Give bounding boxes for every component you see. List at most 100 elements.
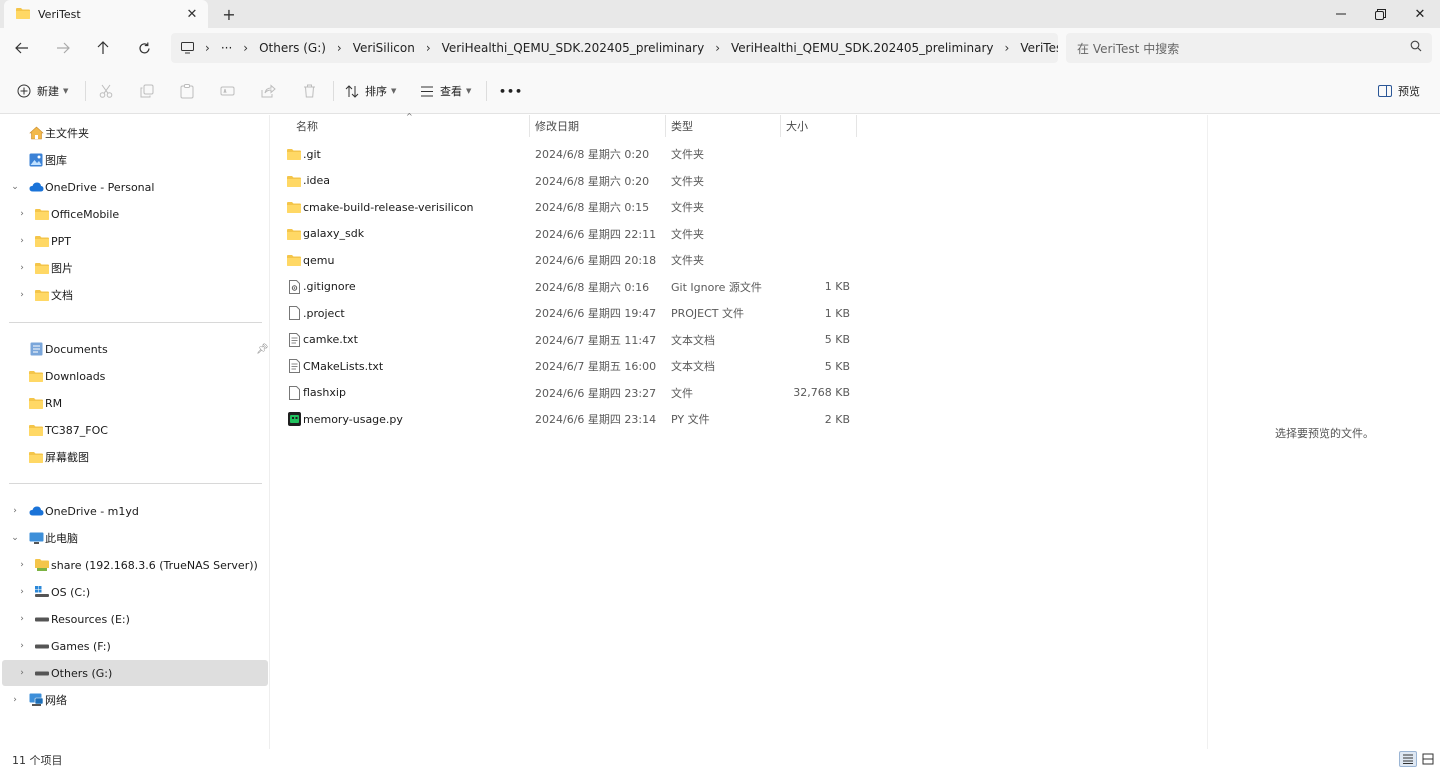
column-divider[interactable] bbox=[780, 115, 781, 137]
file-row[interactable]: flashxip 2024/6/6 星期四 23:27 文件 32,768 KB bbox=[271, 380, 861, 406]
sidebar-item-resources-e[interactable]: › Resources (E:) bbox=[2, 606, 268, 632]
sidebar-item-onedrive-personal[interactable]: ⌄ OneDrive - Personal bbox=[2, 174, 268, 200]
python-file-icon bbox=[286, 406, 302, 432]
text-file-icon bbox=[286, 327, 302, 353]
file-size: 1 KB bbox=[824, 306, 850, 320]
file-row[interactable]: CMakeLists.txt 2024/6/7 星期五 16:00 文本文档 5… bbox=[271, 353, 861, 379]
tiles-view-icon[interactable] bbox=[1419, 751, 1437, 767]
address-bar[interactable]: › ··· › Others (G:) › VeriSilicon › Veri… bbox=[171, 33, 1058, 63]
close-tab-icon[interactable]: ✕ bbox=[180, 2, 204, 26]
sort-button[interactable]: 排序 ▼ bbox=[345, 79, 396, 103]
file-row[interactable]: memory-usage.py 2024/6/6 星期四 23:14 PY 文件… bbox=[271, 406, 861, 432]
column-divider[interactable] bbox=[856, 115, 857, 137]
file-row[interactable]: camke.txt 2024/6/7 星期五 11:47 文本文档 5 KB bbox=[271, 327, 861, 353]
refresh-icon[interactable] bbox=[132, 36, 156, 60]
back-arrow-icon[interactable] bbox=[10, 36, 34, 60]
sidebar-item-rm[interactable]: RM bbox=[2, 390, 268, 416]
sidebar-item-downloads[interactable]: Downloads bbox=[2, 363, 268, 389]
computer-icon[interactable] bbox=[181, 42, 194, 54]
sidebar-item-gallery[interactable]: 图库 bbox=[2, 147, 268, 173]
chevron-right-icon[interactable]: › bbox=[8, 504, 22, 518]
chevron-right-icon[interactable]: › bbox=[15, 666, 29, 680]
search-icon[interactable] bbox=[1410, 40, 1422, 55]
cut-icon[interactable] bbox=[95, 80, 117, 102]
breadcrumb-sdk[interactable]: VeriHealthi_QEMU_SDK.202405_preliminary bbox=[442, 41, 705, 55]
chevron-right-icon[interactable]: › bbox=[15, 234, 29, 248]
chevron-down-icon[interactable]: ⌄ bbox=[8, 180, 22, 194]
search-input[interactable]: 在 VeriTest 中搜索 bbox=[1066, 33, 1432, 63]
sidebar-item-os-c[interactable]: › OS (C:) bbox=[2, 579, 268, 605]
folder-icon bbox=[28, 422, 44, 438]
file-row[interactable]: cmake-build-release-verisilicon 2024/6/8… bbox=[271, 194, 861, 220]
restore-icon[interactable] bbox=[1360, 0, 1400, 28]
breadcrumb-verisilicon[interactable]: VeriSilicon bbox=[353, 41, 415, 55]
paste-icon[interactable] bbox=[176, 80, 198, 102]
forward-arrow-icon[interactable] bbox=[51, 36, 75, 60]
column-header-size[interactable]: 大小 bbox=[786, 115, 808, 137]
sidebar-item-network[interactable]: › 网络 bbox=[2, 687, 268, 713]
file-row[interactable]: qemu 2024/6/6 星期四 20:18 文件夹 bbox=[271, 247, 861, 273]
file-type: 文本文档 bbox=[671, 333, 715, 347]
file-icon bbox=[286, 380, 302, 406]
sidebar-item-screenshots[interactable]: 屏幕截图 bbox=[2, 444, 268, 470]
file-name: CMakeLists.txt bbox=[303, 359, 384, 373]
file-row[interactable]: galaxy_sdk 2024/6/6 星期四 22:11 文件夹 bbox=[271, 221, 861, 247]
chevron-right-icon[interactable]: › bbox=[15, 612, 29, 626]
tab-veritest[interactable]: VeriTest ✕ bbox=[4, 0, 208, 28]
breadcrumb-veritest[interactable]: VeriTest bbox=[1020, 41, 1058, 55]
rename-icon[interactable] bbox=[216, 80, 238, 102]
chevron-right-icon[interactable]: › bbox=[15, 558, 29, 572]
sidebar-item-this-pc[interactable]: ⌄ 此电脑 bbox=[2, 525, 268, 551]
pin-icon[interactable]: 📌︎ bbox=[256, 344, 269, 355]
sidebar-item-ppt[interactable]: › PPT bbox=[2, 228, 268, 254]
more-options-button[interactable]: ••• bbox=[499, 79, 523, 103]
new-button[interactable]: 新建 ▼ bbox=[17, 79, 68, 103]
chevron-right-icon[interactable]: › bbox=[205, 41, 210, 55]
chevron-right-icon[interactable]: › bbox=[1005, 41, 1010, 55]
file-row[interactable]: .project 2024/6/6 星期四 19:47 PROJECT 文件 1… bbox=[271, 300, 861, 326]
file-row[interactable]: .gitignore 2024/6/8 星期六 0:16 Git Ignore … bbox=[271, 274, 861, 300]
chevron-right-icon[interactable]: › bbox=[337, 41, 342, 55]
minimize-icon[interactable] bbox=[1321, 0, 1361, 28]
preview-button[interactable]: 预览 bbox=[1378, 79, 1420, 103]
sidebar-item-officemobile[interactable]: › OfficeMobile bbox=[2, 201, 268, 227]
chevron-right-icon[interactable]: › bbox=[243, 41, 248, 55]
plus-icon[interactable]: + bbox=[218, 3, 240, 25]
chevron-right-icon[interactable]: › bbox=[15, 639, 29, 653]
close-window-icon[interactable]: ✕ bbox=[1400, 0, 1440, 28]
column-header-type[interactable]: 类型 bbox=[671, 115, 693, 137]
sidebar-item-others-g[interactable]: › Others (G:) bbox=[2, 660, 268, 686]
breadcrumb-overflow[interactable]: ··· bbox=[221, 41, 232, 55]
breadcrumb-sdk-inner[interactable]: VeriHealthi_QEMU_SDK.202405_preliminary bbox=[731, 41, 994, 55]
column-header-name[interactable]: 名称 bbox=[296, 115, 318, 137]
sidebar-item-pictures[interactable]: › 图片 bbox=[2, 255, 268, 281]
chevron-right-icon[interactable]: › bbox=[15, 288, 29, 302]
sidebar-item-share[interactable]: › share (192.168.3.6 (TrueNAS Server)) bbox=[2, 552, 268, 578]
file-date: 2024/6/6 星期四 20:18 bbox=[535, 254, 657, 267]
sidebar-item-documents[interactable]: Documents 📌︎ bbox=[2, 336, 269, 362]
breadcrumb-drive[interactable]: Others (G:) bbox=[259, 41, 326, 55]
details-view-icon[interactable] bbox=[1399, 751, 1417, 767]
copy-icon[interactable] bbox=[136, 80, 158, 102]
chevron-down-icon[interactable]: ⌄ bbox=[8, 531, 22, 545]
sidebar-item-onedrive-m1yd[interactable]: › OneDrive - m1yd bbox=[2, 498, 268, 524]
sidebar-item-docs[interactable]: › 文档 bbox=[2, 282, 268, 308]
column-divider[interactable] bbox=[529, 115, 530, 137]
chevron-right-icon[interactable]: › bbox=[426, 41, 431, 55]
chevron-right-icon[interactable]: › bbox=[15, 261, 29, 275]
sidebar-item-games-f[interactable]: › Games (F:) bbox=[2, 633, 268, 659]
up-arrow-icon[interactable] bbox=[91, 36, 115, 60]
column-header-date[interactable]: 修改日期 bbox=[535, 115, 579, 137]
chevron-right-icon[interactable]: › bbox=[8, 693, 22, 707]
view-button[interactable]: 查看 ▼ bbox=[420, 79, 471, 103]
share-icon[interactable] bbox=[257, 80, 279, 102]
sidebar-item-home[interactable]: 主文件夹 bbox=[2, 120, 268, 146]
delete-icon[interactable] bbox=[298, 80, 320, 102]
sidebar-item-tc387-foc[interactable]: TC387_FOC bbox=[2, 417, 268, 443]
chevron-right-icon[interactable]: › bbox=[15, 585, 29, 599]
file-row[interactable]: .idea 2024/6/8 星期六 0:20 文件夹 bbox=[271, 168, 861, 194]
chevron-right-icon[interactable]: › bbox=[15, 207, 29, 221]
chevron-right-icon[interactable]: › bbox=[715, 41, 720, 55]
file-row[interactable]: .git 2024/6/8 星期六 0:20 文件夹 bbox=[271, 141, 861, 167]
column-divider[interactable] bbox=[665, 115, 666, 137]
